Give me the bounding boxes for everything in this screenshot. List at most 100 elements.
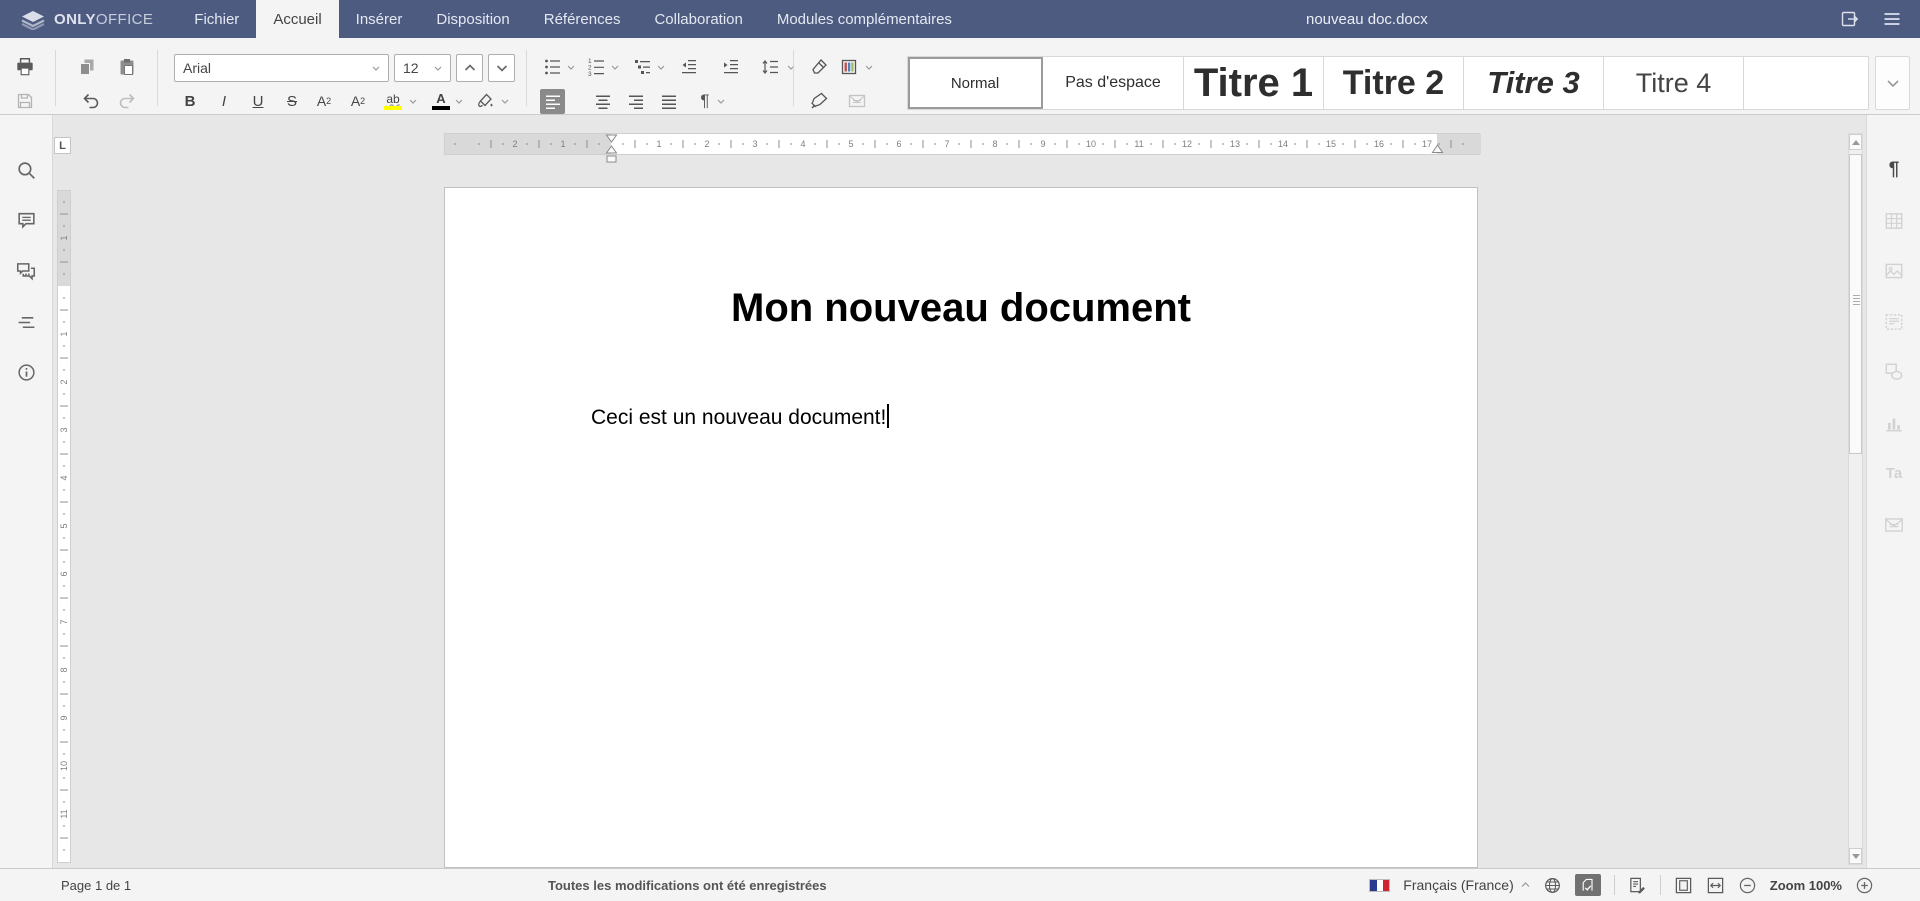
- multilevel-list-button[interactable]: [630, 54, 656, 80]
- print-button[interactable]: [12, 54, 38, 80]
- eraser-icon: [809, 57, 829, 77]
- increase-font-size-button[interactable]: [456, 54, 483, 82]
- copy-style-button[interactable]: [806, 88, 832, 114]
- search-button[interactable]: [14, 158, 38, 182]
- document-heading[interactable]: Mon nouveau document: [445, 286, 1477, 331]
- highlight-color-button[interactable]: ab: [380, 88, 406, 114]
- align-center-button[interactable]: [590, 89, 615, 114]
- bullet-list-button[interactable]: [540, 54, 566, 80]
- header-footer-settings-button[interactable]: [1882, 310, 1906, 334]
- align-right-button[interactable]: [623, 89, 648, 114]
- style-titre-3[interactable]: Titre 3: [1464, 57, 1604, 109]
- tab-disposition[interactable]: Disposition: [419, 0, 526, 38]
- clear-style-button[interactable]: [806, 54, 832, 80]
- textart-settings-button[interactable]: Ta: [1882, 461, 1906, 485]
- highlight-color-dropdown[interactable]: [406, 88, 420, 114]
- style-pas-despace[interactable]: Pas d'espace: [1043, 57, 1184, 109]
- font-color-dropdown[interactable]: [452, 88, 466, 114]
- subscript-button[interactable]: A2: [345, 88, 371, 114]
- vertical-scrollbar[interactable]: [1848, 133, 1863, 865]
- style-empty-cell[interactable]: [1744, 57, 1868, 109]
- mail-merge-settings-button[interactable]: [1882, 513, 1906, 537]
- font-name-select[interactable]: Arial: [174, 54, 389, 82]
- shading-button[interactable]: [472, 88, 498, 114]
- tab-inserer[interactable]: Insérer: [339, 0, 420, 38]
- undo-button[interactable]: [78, 88, 104, 114]
- spell-check-icon: [1580, 877, 1596, 893]
- horizontal-ruler[interactable]: 211234567891011121314151617: [444, 133, 1480, 155]
- decrease-font-size-button[interactable]: [488, 54, 515, 82]
- scrollbar-thumb[interactable]: [1849, 154, 1862, 454]
- table-settings-button[interactable]: [1882, 209, 1906, 233]
- navigation-button[interactable]: [14, 310, 38, 334]
- chart-settings-button[interactable]: [1882, 411, 1906, 435]
- document-page[interactable]: Mon nouveau document Ceci est un nouveau…: [444, 187, 1478, 868]
- font-color-button[interactable]: A: [428, 88, 454, 114]
- fit-page-button[interactable]: [1674, 876, 1693, 895]
- right-panel: ¶: [1866, 115, 1920, 868]
- tab-references[interactable]: Références: [527, 0, 638, 38]
- vertical-ruler[interactable]: 11234567891011: [57, 190, 71, 863]
- scroll-down-button[interactable]: [1849, 848, 1862, 864]
- underline-button[interactable]: U: [245, 88, 271, 114]
- increase-indent-button[interactable]: [718, 54, 744, 80]
- comments-button[interactable]: [14, 208, 38, 232]
- chevron-down-icon: [717, 99, 725, 104]
- save-button[interactable]: [12, 88, 38, 114]
- superscript-button[interactable]: A2: [311, 88, 337, 114]
- separator: [526, 50, 527, 106]
- paragraph-marks-dropdown[interactable]: [714, 88, 728, 114]
- main-menu-button[interactable]: [1882, 9, 1902, 29]
- tab-fichier[interactable]: Fichier: [177, 0, 256, 38]
- line-spacing-button[interactable]: [758, 54, 784, 80]
- bullet-list-dropdown[interactable]: [564, 54, 578, 80]
- numbered-list-button[interactable]: 123: [584, 54, 610, 80]
- language-selector[interactable]: Français (France): [1403, 877, 1513, 893]
- indent-markers[interactable]: [605, 134, 618, 164]
- svg-text:3: 3: [588, 71, 592, 77]
- style-titre-4[interactable]: Titre 4: [1604, 57, 1744, 109]
- decrease-indent-button[interactable]: [676, 54, 702, 80]
- tab-accueil[interactable]: Accueil: [256, 0, 338, 38]
- font-size-select[interactable]: 12: [394, 54, 451, 82]
- copy-button[interactable]: [74, 54, 100, 80]
- bold-button[interactable]: B: [177, 88, 203, 114]
- line-spacing-dropdown[interactable]: [784, 54, 798, 80]
- chat-button[interactable]: [14, 259, 38, 283]
- color-scheme-dropdown[interactable]: [862, 54, 876, 80]
- tab-modules[interactable]: Modules complémentaires: [760, 0, 969, 38]
- style-gallery-expand-button[interactable]: [1875, 56, 1910, 110]
- align-left-button[interactable]: [540, 89, 565, 114]
- paste-button[interactable]: [114, 54, 140, 80]
- tab-stop-selector[interactable]: L: [54, 137, 71, 154]
- zoom-out-button[interactable]: [1738, 876, 1757, 895]
- color-scheme-button[interactable]: [836, 54, 862, 80]
- open-file-location-button[interactable]: [1840, 9, 1860, 29]
- redo-button[interactable]: [114, 88, 140, 114]
- numbered-list-dropdown[interactable]: [608, 54, 622, 80]
- shading-dropdown[interactable]: [498, 88, 512, 114]
- set-document-language-button[interactable]: [1543, 876, 1562, 895]
- italic-button[interactable]: I: [211, 88, 237, 114]
- multilevel-list-dropdown[interactable]: [654, 54, 668, 80]
- document-paragraph[interactable]: Ceci est un nouveau document!: [591, 404, 889, 430]
- shape-settings-button[interactable]: [1882, 360, 1906, 384]
- about-button[interactable]: [14, 360, 38, 384]
- scroll-up-button[interactable]: [1849, 134, 1862, 150]
- style-normal[interactable]: Normal: [908, 57, 1043, 109]
- track-changes-icon: [1628, 876, 1647, 895]
- strikeout-button[interactable]: S: [279, 88, 305, 114]
- image-settings-button[interactable]: [1882, 259, 1906, 283]
- tab-collaboration[interactable]: Collaboration: [637, 0, 759, 38]
- right-indent-marker[interactable]: [1431, 144, 1444, 154]
- track-changes-button[interactable]: [1628, 876, 1647, 895]
- zoom-in-button[interactable]: [1855, 876, 1874, 895]
- paragraph-settings-button[interactable]: ¶: [1882, 158, 1906, 182]
- align-justify-button[interactable]: [656, 89, 681, 114]
- spell-check-button[interactable]: [1575, 874, 1601, 896]
- style-titre-2[interactable]: Titre 2: [1324, 57, 1464, 109]
- mail-merge-button[interactable]: [844, 88, 870, 114]
- fit-width-button[interactable]: [1706, 876, 1725, 895]
- page-indicator[interactable]: Page 1 de 1: [61, 869, 131, 901]
- style-titre-1[interactable]: Titre 1: [1184, 57, 1324, 109]
